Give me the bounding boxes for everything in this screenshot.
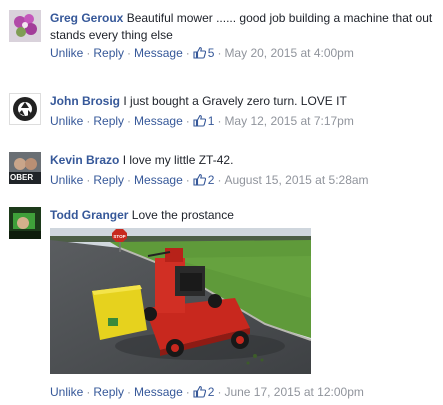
comment-text-block: Greg Geroux Beautiful mower ...... good …	[50, 10, 433, 44]
avatar[interactable]	[9, 93, 41, 125]
mower-photo: STOP	[50, 228, 311, 374]
reply-link[interactable]: Reply	[93, 46, 124, 60]
comment-text: I love my little ZT-42.	[122, 153, 234, 167]
comment-text-block: John Brosig I just bought a Gravely zero…	[50, 93, 433, 110]
unlike-link[interactable]: Unlike	[50, 385, 83, 399]
comment-text: I just bought a Gravely zero turn. LOVE …	[123, 94, 347, 108]
comment-text-block: Kevin Brazo I love my little ZT-42.	[50, 152, 433, 169]
message-link[interactable]: Message	[134, 114, 183, 128]
message-link[interactable]: Message	[134, 173, 183, 187]
reply-link[interactable]: Reply	[93, 385, 124, 399]
comment-text-block: Todd Granger Love the prostance	[50, 207, 433, 224]
author-name[interactable]: John Brosig	[50, 94, 120, 108]
thumbs-up-icon	[193, 385, 206, 398]
thumbs-up-icon	[193, 46, 206, 59]
avatar-text: OBER	[10, 173, 34, 182]
reply-link[interactable]: Reply	[93, 173, 124, 187]
attached-photo[interactable]: STOP	[50, 228, 311, 374]
message-link[interactable]: Message	[134, 385, 183, 399]
comment-actions: Unlike · Reply · Message · 2 · August 15, 2015 a…	[50, 173, 369, 187]
timestamp[interactable]: May 20, 2015 at 4:00pm	[224, 46, 353, 60]
timestamp[interactable]: May 12, 2015 at 7:17pm	[224, 114, 353, 128]
stop-sign-text: STOP	[113, 234, 125, 239]
reply-link[interactable]: Reply	[93, 114, 124, 128]
timestamp[interactable]: August 15, 2015 at 5:28am	[224, 173, 368, 187]
author-name[interactable]: Greg Geroux	[50, 11, 123, 25]
thumbs-up-icon	[193, 173, 206, 186]
profile-photo-icon	[9, 207, 41, 239]
unlike-link[interactable]: Unlike	[50, 173, 83, 187]
unlike-link[interactable]: Unlike	[50, 46, 83, 60]
comment-actions: Unlike · Reply · Message · 2 · June 17, 2015 at …	[50, 385, 364, 399]
message-link[interactable]: Message	[134, 46, 183, 60]
avatar[interactable]	[9, 207, 41, 239]
author-name[interactable]: Todd Granger	[50, 208, 128, 222]
thumbs-up-icon	[193, 114, 206, 127]
comment-actions: Unlike · Reply · Message · 5 · May 20, 2015 at 4…	[50, 46, 354, 60]
avatar[interactable]: OBER	[9, 152, 41, 184]
comment-actions: Unlike · Reply · Message · 1 · May 12, 2015 at 7…	[50, 114, 354, 128]
comment-text: Love the prostance	[131, 208, 234, 222]
avatar[interactable]	[9, 10, 41, 42]
like-count[interactable]: 2	[193, 385, 214, 399]
recycle-logo-icon	[10, 94, 40, 124]
timestamp[interactable]: June 17, 2015 at 12:00pm	[224, 385, 363, 399]
like-count[interactable]: 2	[193, 173, 214, 187]
like-count[interactable]: 1	[193, 114, 214, 128]
unlike-link[interactable]: Unlike	[50, 114, 83, 128]
flower-avatar-icon	[9, 10, 41, 42]
like-count[interactable]: 5	[193, 46, 214, 60]
author-name[interactable]: Kevin Brazo	[50, 153, 119, 167]
